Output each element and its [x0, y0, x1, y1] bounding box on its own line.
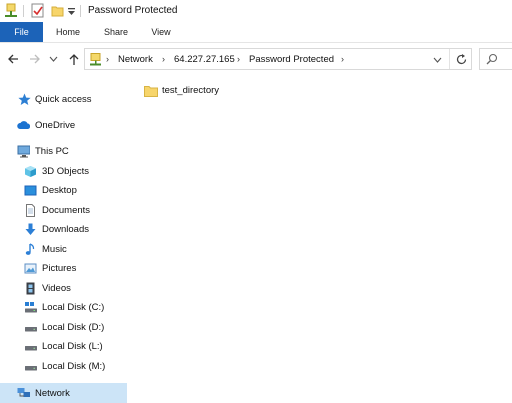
nav-label: OneDrive	[35, 120, 76, 131]
nav-label: Documents	[42, 205, 91, 216]
customize-quick-access-icon[interactable]	[67, 7, 76, 16]
cloud-icon	[17, 121, 30, 129]
nav-downloads[interactable]: Downloads	[0, 220, 127, 239]
nav-network[interactable]: Network	[0, 383, 127, 403]
nav-label: Local Disk (L:)	[42, 341, 103, 352]
forward-arrow-icon[interactable]	[28, 52, 42, 66]
nav-3d-objects[interactable]: 3D Objects	[0, 162, 127, 181]
nav-label: Videos	[42, 283, 71, 294]
address-dropdown-icon[interactable]	[433, 57, 442, 63]
cube-icon	[25, 166, 36, 177]
nav-local-disk-m[interactable]: Local Disk (M:)	[0, 357, 127, 376]
nav-label: Network	[35, 388, 70, 399]
file-list: test_directory	[140, 80, 512, 403]
window-title: Password Protected	[88, 5, 178, 16]
breadcrumb-chevron[interactable]: ›	[341, 54, 344, 64]
nav-label: Desktop	[42, 185, 77, 196]
tab-share[interactable]: Share	[96, 22, 136, 42]
tab-file[interactable]: File	[0, 22, 43, 42]
network-location-icon	[90, 53, 101, 66]
download-arrow-icon	[25, 223, 36, 235]
breadcrumb-chevron[interactable]: ›	[237, 54, 240, 64]
back-arrow-icon[interactable]	[6, 52, 20, 66]
documents-icon	[26, 204, 35, 217]
nav-label: Local Disk (C:)	[42, 302, 105, 313]
breadcrumb-host[interactable]: 64.227.27.165	[174, 54, 235, 65]
breadcrumb-folder[interactable]: Password Protected	[249, 54, 334, 65]
nav-label: Local Disk (M:)	[42, 361, 106, 372]
nav-music[interactable]: Music	[0, 240, 127, 259]
folder-name: test_directory	[162, 85, 220, 96]
new-folder-icon[interactable]	[51, 4, 64, 17]
title-divider-2	[80, 5, 81, 17]
title-divider	[23, 5, 24, 17]
nav-label: Downloads	[42, 224, 89, 235]
search-icon	[486, 53, 498, 65]
breadcrumb-network[interactable]: Network	[118, 54, 153, 65]
nav-local-disk-l[interactable]: Local Disk (L:)	[0, 337, 127, 356]
nav-label: Local Disk (D:)	[42, 322, 105, 333]
film-strip-icon	[26, 282, 35, 295]
nav-label: Quick access	[35, 94, 92, 105]
nav-label: Pictures	[42, 263, 77, 274]
title-bar: Password Protected	[0, 0, 512, 22]
star-icon	[18, 93, 31, 105]
nav-local-disk-d[interactable]: Local Disk (D:)	[0, 318, 127, 337]
nav-label: Music	[42, 244, 67, 255]
navigation-pane: Quick access OneDrive This PC 3D Objects…	[0, 84, 127, 403]
tab-view[interactable]: View	[143, 22, 179, 42]
breadcrumb-chevron[interactable]: ›	[106, 54, 109, 64]
network-icon	[17, 388, 30, 397]
nav-desktop[interactable]: Desktop	[0, 181, 127, 200]
ribbon-tabs: File Home Share View	[0, 22, 512, 43]
hard-drive-icon	[25, 366, 37, 371]
nav-quick-access[interactable]: Quick access	[0, 90, 127, 109]
hard-drive-icon	[25, 327, 37, 332]
nav-local-disk-c[interactable]: Local Disk (C:)	[0, 298, 127, 317]
network-drive-icon	[5, 3, 17, 17]
address-row: › Network › 64.227.27.165 › Password Pro…	[0, 44, 512, 74]
hard-drive-icon	[25, 346, 37, 351]
address-divider	[449, 49, 450, 69]
address-bar[interactable]: › Network › 64.227.27.165 › Password Pro…	[84, 48, 472, 70]
nav-pictures[interactable]: Pictures	[0, 259, 127, 278]
music-note-icon	[25, 243, 35, 255]
properties-icon[interactable]	[31, 3, 45, 18]
nav-label: 3D Objects	[42, 166, 89, 177]
breadcrumb-chevron[interactable]: ›	[162, 54, 165, 64]
refresh-icon[interactable]	[455, 53, 468, 66]
nav-this-pc[interactable]: This PC	[0, 142, 127, 161]
nav-label: This PC	[35, 146, 69, 157]
desktop-icon	[24, 185, 37, 196]
tab-home[interactable]: Home	[50, 22, 86, 42]
recent-locations-icon[interactable]	[49, 56, 58, 63]
nav-onedrive[interactable]: OneDrive	[0, 116, 127, 135]
nav-documents[interactable]: Documents	[0, 201, 127, 220]
up-arrow-icon[interactable]	[67, 52, 81, 66]
system-drive-icon	[25, 302, 37, 313]
folder-icon	[144, 86, 158, 97]
computer-icon	[17, 145, 30, 158]
pictures-icon	[24, 263, 37, 274]
nav-videos[interactable]: Videos	[0, 279, 127, 298]
search-box[interactable]	[479, 48, 512, 70]
